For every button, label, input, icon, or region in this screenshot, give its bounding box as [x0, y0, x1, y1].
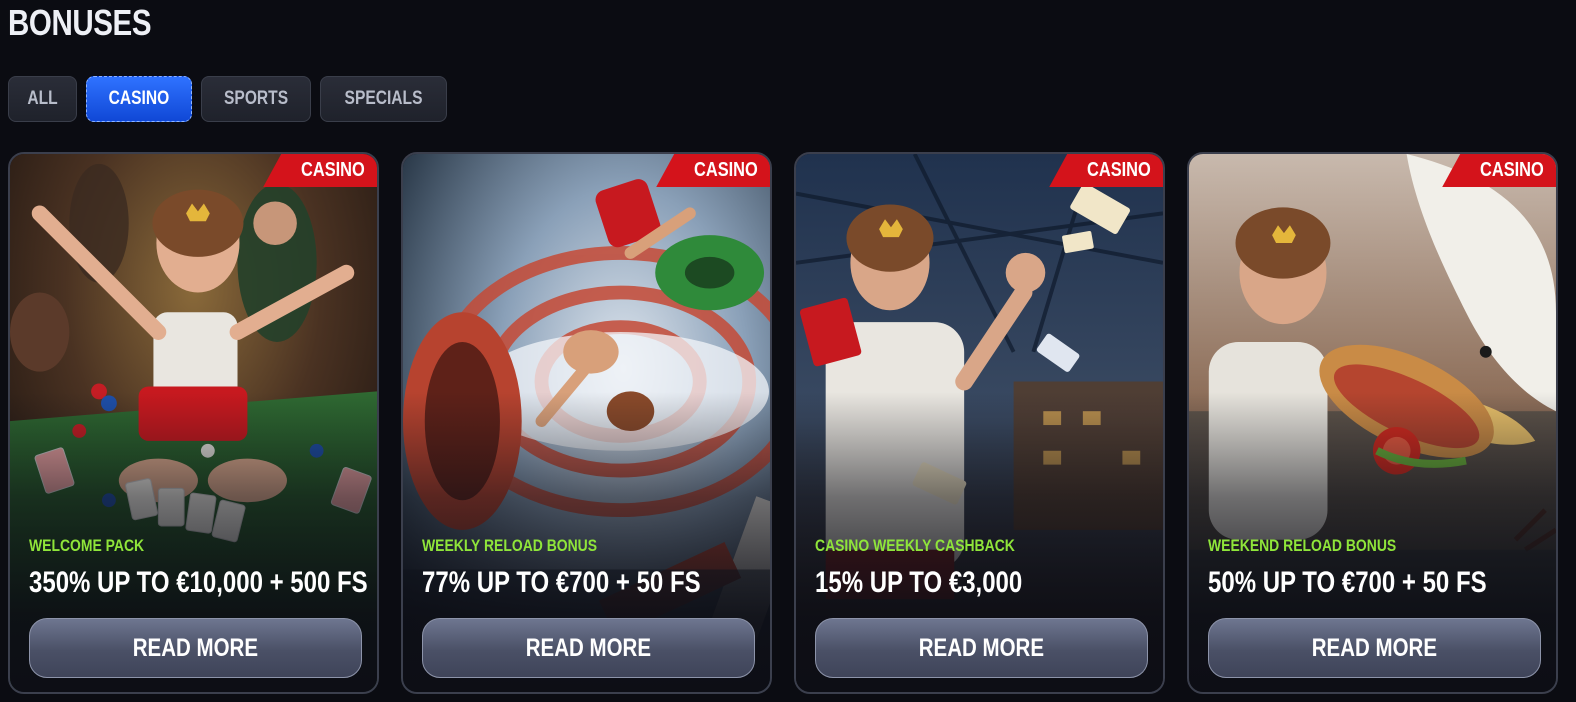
bonus-label: WEEKEND RELOAD BONUS: [1208, 536, 1397, 555]
read-more-button[interactable]: READ MORE: [29, 618, 362, 678]
tab-specials[interactable]: SPECIALS: [319, 76, 447, 122]
tab-label: CASINO: [108, 88, 170, 109]
badge-label: CASINO: [1480, 159, 1544, 181]
category-badge: CASINO: [1442, 154, 1556, 187]
bonuses-page: BONUSES ALL CASINO SPORTS SPECIALS CASIN…: [0, 0, 1576, 702]
button-label: READ MORE: [525, 633, 652, 662]
category-badge: CASINO: [656, 154, 770, 187]
badge-label: CASINO: [1087, 159, 1151, 181]
read-more-button[interactable]: READ MORE: [1208, 618, 1541, 678]
tab-label: SPECIALS: [344, 88, 423, 109]
bonus-card[interactable]: CASINO CASINO WEEKLY CASHBACK 15% UP TO …: [794, 152, 1165, 694]
bonus-label: WEEKLY RELOAD BONUS: [422, 536, 598, 555]
bonus-card-list: CASINO WELCOME PACK 350% UP TO €10,000 +…: [8, 152, 1558, 694]
bonus-offer: 15% UP TO €3,000: [815, 566, 1023, 599]
bonus-offer: 50% UP TO €700 + 50 FS: [1208, 566, 1487, 599]
tab-sports[interactable]: SPORTS: [200, 76, 311, 122]
bonus-card[interactable]: CASINO WELCOME PACK 350% UP TO €10,000 +…: [8, 152, 379, 694]
bonus-card[interactable]: CASINO WEEKEND RELOAD BONUS 50% UP TO €7…: [1187, 152, 1558, 694]
badge-label: CASINO: [301, 159, 365, 181]
bonus-offer: 77% UP TO €700 + 50 FS: [422, 566, 701, 599]
category-badge: CASINO: [263, 154, 377, 187]
bonus-card[interactable]: CASINO WEEKLY RELOAD BONUS 77% UP TO €70…: [401, 152, 772, 694]
tab-all[interactable]: ALL: [8, 76, 77, 122]
tab-label: SPORTS: [223, 88, 288, 109]
badge-label: CASINO: [694, 159, 758, 181]
bonus-offer: 350% UP TO €10,000 + 500 FS: [29, 566, 368, 599]
button-label: READ MORE: [132, 633, 259, 662]
tab-casino[interactable]: CASINO: [85, 76, 192, 122]
page-title: BONUSES: [8, 2, 152, 43]
button-label: READ MORE: [1311, 633, 1438, 662]
bonus-label: WELCOME PACK: [29, 536, 145, 555]
button-label: READ MORE: [918, 633, 1045, 662]
category-badge: CASINO: [1049, 154, 1163, 187]
bonus-label: CASINO WEEKLY CASHBACK: [815, 536, 1015, 555]
tab-label: ALL: [27, 88, 58, 109]
read-more-button[interactable]: READ MORE: [815, 618, 1148, 678]
read-more-button[interactable]: READ MORE: [422, 618, 755, 678]
filter-tabs: ALL CASINO SPORTS SPECIALS: [8, 76, 447, 122]
